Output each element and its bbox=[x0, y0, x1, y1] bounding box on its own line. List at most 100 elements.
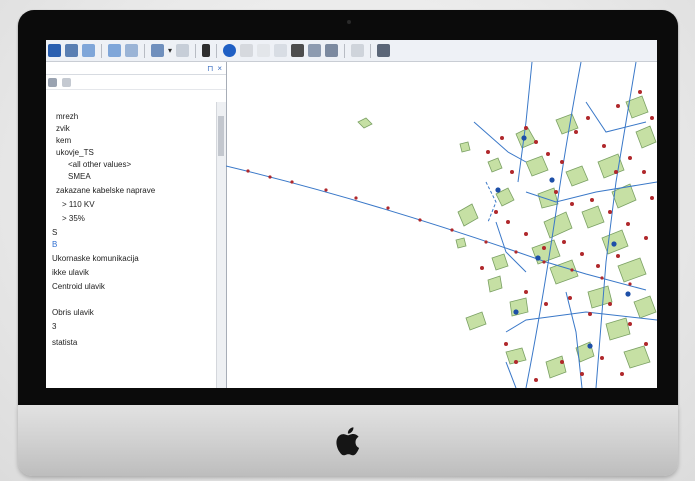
node bbox=[614, 170, 618, 174]
node bbox=[650, 196, 654, 200]
legend-class: > 110 KV bbox=[62, 200, 95, 209]
node bbox=[354, 196, 358, 200]
layer-item[interactable]: Centroid ulavik bbox=[52, 282, 105, 291]
node bbox=[642, 170, 646, 174]
parcel bbox=[487, 275, 503, 293]
transformer bbox=[587, 343, 593, 349]
node bbox=[506, 220, 510, 224]
node bbox=[600, 356, 604, 360]
info-icon[interactable] bbox=[223, 44, 237, 57]
parcel bbox=[465, 311, 487, 331]
pin-icon[interactable]: ⊓ bbox=[207, 64, 213, 73]
parcel bbox=[487, 157, 503, 173]
node bbox=[504, 342, 508, 346]
layer-item[interactable]: Ukornaske komunikacija bbox=[52, 254, 139, 263]
transformer bbox=[513, 309, 519, 315]
node bbox=[650, 116, 654, 120]
identify-icon[interactable] bbox=[65, 44, 78, 57]
node bbox=[608, 302, 612, 306]
parcel bbox=[635, 125, 657, 149]
layer-item[interactable]: statista bbox=[52, 338, 77, 347]
node bbox=[246, 169, 250, 173]
toolbar-divider bbox=[195, 43, 197, 58]
select-icon[interactable] bbox=[202, 44, 211, 57]
parcel bbox=[455, 237, 467, 249]
zoom-in-icon[interactable] bbox=[82, 44, 95, 57]
scrollbar-thumb[interactable] bbox=[218, 116, 224, 156]
list-by-source-icon[interactable] bbox=[62, 77, 71, 87]
parcel bbox=[491, 253, 509, 271]
measure-icon[interactable] bbox=[257, 44, 271, 57]
layer-item[interactable]: S bbox=[52, 228, 57, 237]
list-by-drawing-order-icon[interactable] bbox=[48, 77, 57, 87]
pan-icon[interactable] bbox=[48, 44, 61, 57]
close-icon[interactable]: × bbox=[217, 64, 222, 73]
node bbox=[544, 302, 548, 306]
apple-logo-icon bbox=[336, 427, 360, 456]
node bbox=[510, 170, 514, 174]
layer-item[interactable]: B bbox=[52, 240, 57, 249]
node bbox=[596, 264, 600, 268]
node bbox=[608, 210, 612, 214]
edit-icon[interactable] bbox=[240, 44, 254, 57]
node bbox=[542, 246, 546, 250]
table-icon[interactable] bbox=[351, 44, 365, 57]
node bbox=[628, 156, 632, 160]
toolbar-divider bbox=[144, 43, 145, 58]
transformer bbox=[625, 291, 631, 297]
node bbox=[524, 290, 528, 294]
binoculars-icon[interactable] bbox=[291, 44, 305, 57]
toolbar-divider bbox=[101, 43, 102, 58]
layer-item[interactable]: zvik bbox=[56, 124, 70, 133]
parcel bbox=[457, 203, 479, 227]
layer-item[interactable]: ukovje_TS bbox=[56, 148, 94, 157]
node bbox=[268, 175, 272, 179]
layer-item[interactable]: kem bbox=[56, 136, 71, 145]
layer-item[interactable]: Obris ulavik bbox=[52, 308, 94, 317]
catalog-icon[interactable] bbox=[377, 44, 391, 57]
parcel bbox=[545, 355, 567, 379]
parcel bbox=[633, 295, 657, 319]
node bbox=[514, 360, 518, 364]
node bbox=[290, 180, 294, 184]
node bbox=[560, 360, 564, 364]
monitor-chin bbox=[18, 405, 678, 476]
layer-item[interactable]: zakazane kabelske naprave bbox=[56, 186, 155, 195]
map-canvas[interactable] bbox=[226, 62, 657, 388]
parcel bbox=[605, 317, 631, 341]
refresh-icon[interactable] bbox=[176, 44, 190, 57]
layer-item[interactable]: mrezh bbox=[56, 112, 78, 121]
layers-icon[interactable] bbox=[325, 44, 339, 57]
node bbox=[450, 228, 454, 232]
layer-item[interactable]: ikke ulavik bbox=[52, 268, 89, 277]
transformer bbox=[611, 241, 617, 247]
node bbox=[484, 240, 488, 244]
find-icon[interactable] bbox=[308, 44, 322, 57]
toc-toolbar bbox=[46, 75, 226, 90]
layout-icon[interactable] bbox=[151, 44, 164, 57]
toc-scrollbar[interactable] bbox=[216, 102, 226, 388]
parcel bbox=[459, 141, 471, 153]
node bbox=[638, 90, 642, 94]
node bbox=[494, 210, 498, 214]
parcel bbox=[549, 259, 579, 285]
node bbox=[534, 140, 538, 144]
layer-item[interactable]: 3 bbox=[52, 322, 56, 331]
node bbox=[480, 266, 484, 270]
full-extent-icon[interactable] bbox=[125, 44, 138, 57]
dropdown-arrow[interactable]: ▾ bbox=[168, 46, 172, 55]
node bbox=[554, 190, 558, 194]
grid-icon[interactable] bbox=[274, 44, 288, 57]
node bbox=[546, 152, 550, 156]
node bbox=[644, 236, 648, 240]
parcel bbox=[617, 257, 647, 283]
zoom-out-icon[interactable] bbox=[108, 44, 121, 57]
node bbox=[524, 232, 528, 236]
power-line bbox=[505, 311, 657, 333]
parcel-polygons bbox=[357, 95, 657, 379]
node bbox=[602, 144, 606, 148]
node bbox=[628, 322, 632, 326]
node bbox=[616, 254, 620, 258]
node bbox=[486, 150, 490, 154]
node bbox=[588, 312, 592, 316]
